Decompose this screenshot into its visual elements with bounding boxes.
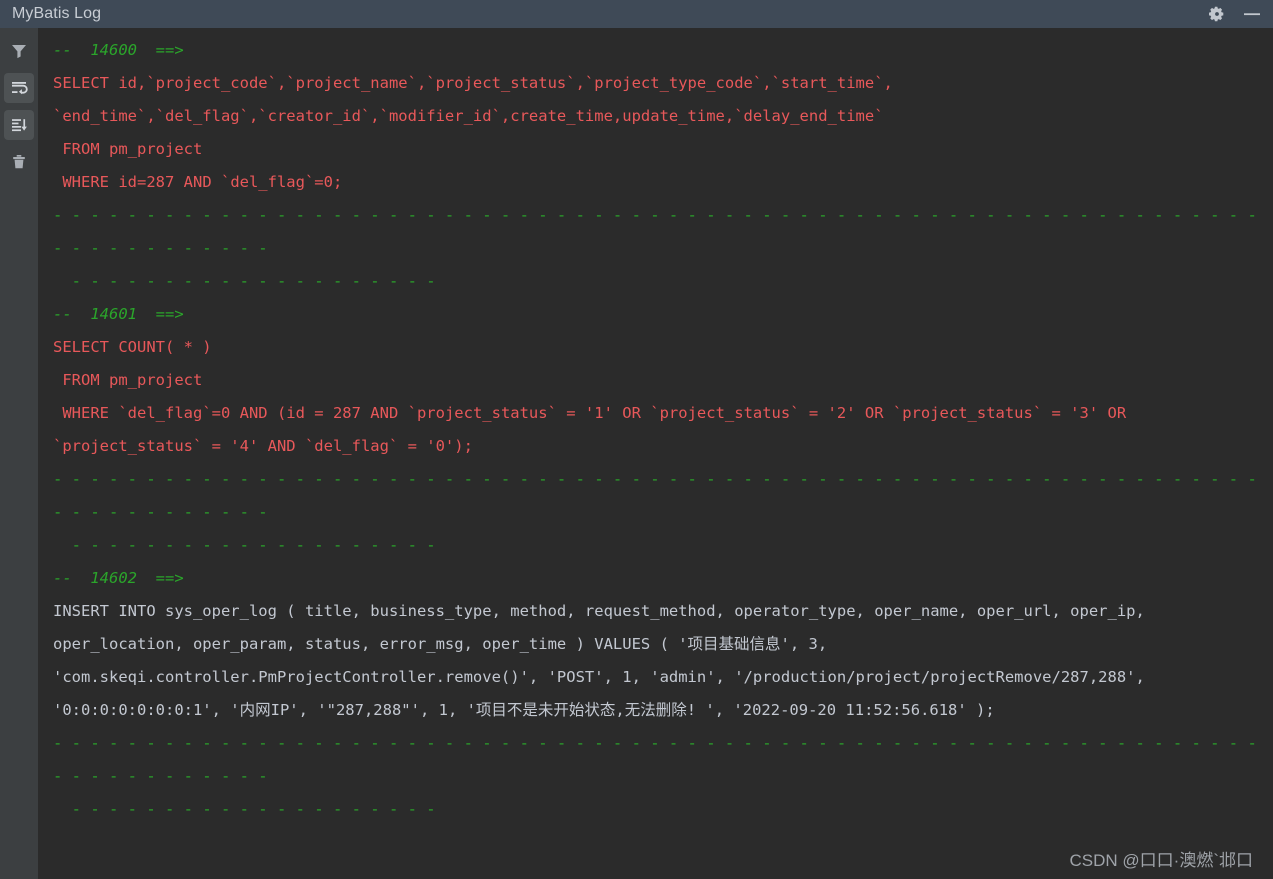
log-comment-prefix: --: [53, 569, 91, 587]
trash-icon: [13, 155, 25, 169]
log-separator-long: - - - - - - - - - - - - - - - - - - - - …: [53, 206, 1267, 257]
csdn-watermark: CSDN @口口·澳燃`邶口: [1069, 851, 1253, 870]
soft-wrap-icon: [12, 82, 28, 95]
minimize-icon[interactable]: [1241, 4, 1261, 24]
workspace: -- 14600 ==> SELECT id,`project_code`,`pr…: [0, 28, 1273, 879]
window-titlebar: MyBatis Log: [0, 0, 1273, 28]
log-separator-long: - - - - - - - - - - - - - - - - - - - - …: [53, 734, 1267, 785]
log-entry-header: -- 14600 ==>: [53, 34, 1261, 67]
left-toolbar: [0, 28, 39, 879]
log-entry-arrow: ==>: [137, 569, 184, 587]
scroll-to-end-icon: [12, 119, 27, 132]
log-output-panel[interactable]: -- 14600 ==> SELECT id,`project_code`,`pr…: [39, 28, 1273, 879]
log-entry-statement: SELECT COUNT( * ) FROM pm_project WHERE …: [53, 338, 1127, 455]
log-separator-short: - - - - - - - - - - - - - - - - - - - -: [53, 536, 436, 554]
log-comment-prefix: --: [53, 41, 91, 59]
window-title: MyBatis Log: [12, 5, 102, 22]
scroll-to-end-button[interactable]: [4, 110, 34, 140]
log-entry-arrow: ==>: [137, 305, 184, 323]
log-lines: -- 14600 ==> SELECT id,`project_code`,`pr…: [39, 34, 1273, 826]
log-entry-id: 14600: [90, 41, 137, 59]
filter-icon: [12, 45, 26, 59]
soft-wrap-button[interactable]: [4, 73, 34, 103]
log-entry-statement: SELECT id,`project_code`,`project_name`,…: [53, 74, 893, 191]
log-entry-arrow: ==>: [137, 41, 184, 59]
log-separator-long: - - - - - - - - - - - - - - - - - - - - …: [53, 470, 1267, 521]
clear-all-button[interactable]: [4, 147, 34, 177]
gear-icon[interactable]: [1207, 4, 1227, 24]
log-comment-prefix: --: [53, 305, 91, 323]
log-separator-short: - - - - - - - - - - - - - - - - - - - -: [53, 272, 436, 290]
log-entry-header: -- 14601 ==>: [53, 298, 1261, 331]
log-separator-short: - - - - - - - - - - - - - - - - - - - -: [53, 800, 436, 818]
titlebar-actions: [1207, 4, 1263, 24]
log-entry-id: 14601: [90, 305, 137, 323]
log-entry-statement: INSERT INTO sys_oper_log ( title, busine…: [53, 602, 1155, 719]
log-entry-header: -- 14602 ==>: [53, 562, 1261, 595]
log-entry-id: 14602: [90, 569, 137, 587]
filter-button[interactable]: [4, 36, 34, 66]
